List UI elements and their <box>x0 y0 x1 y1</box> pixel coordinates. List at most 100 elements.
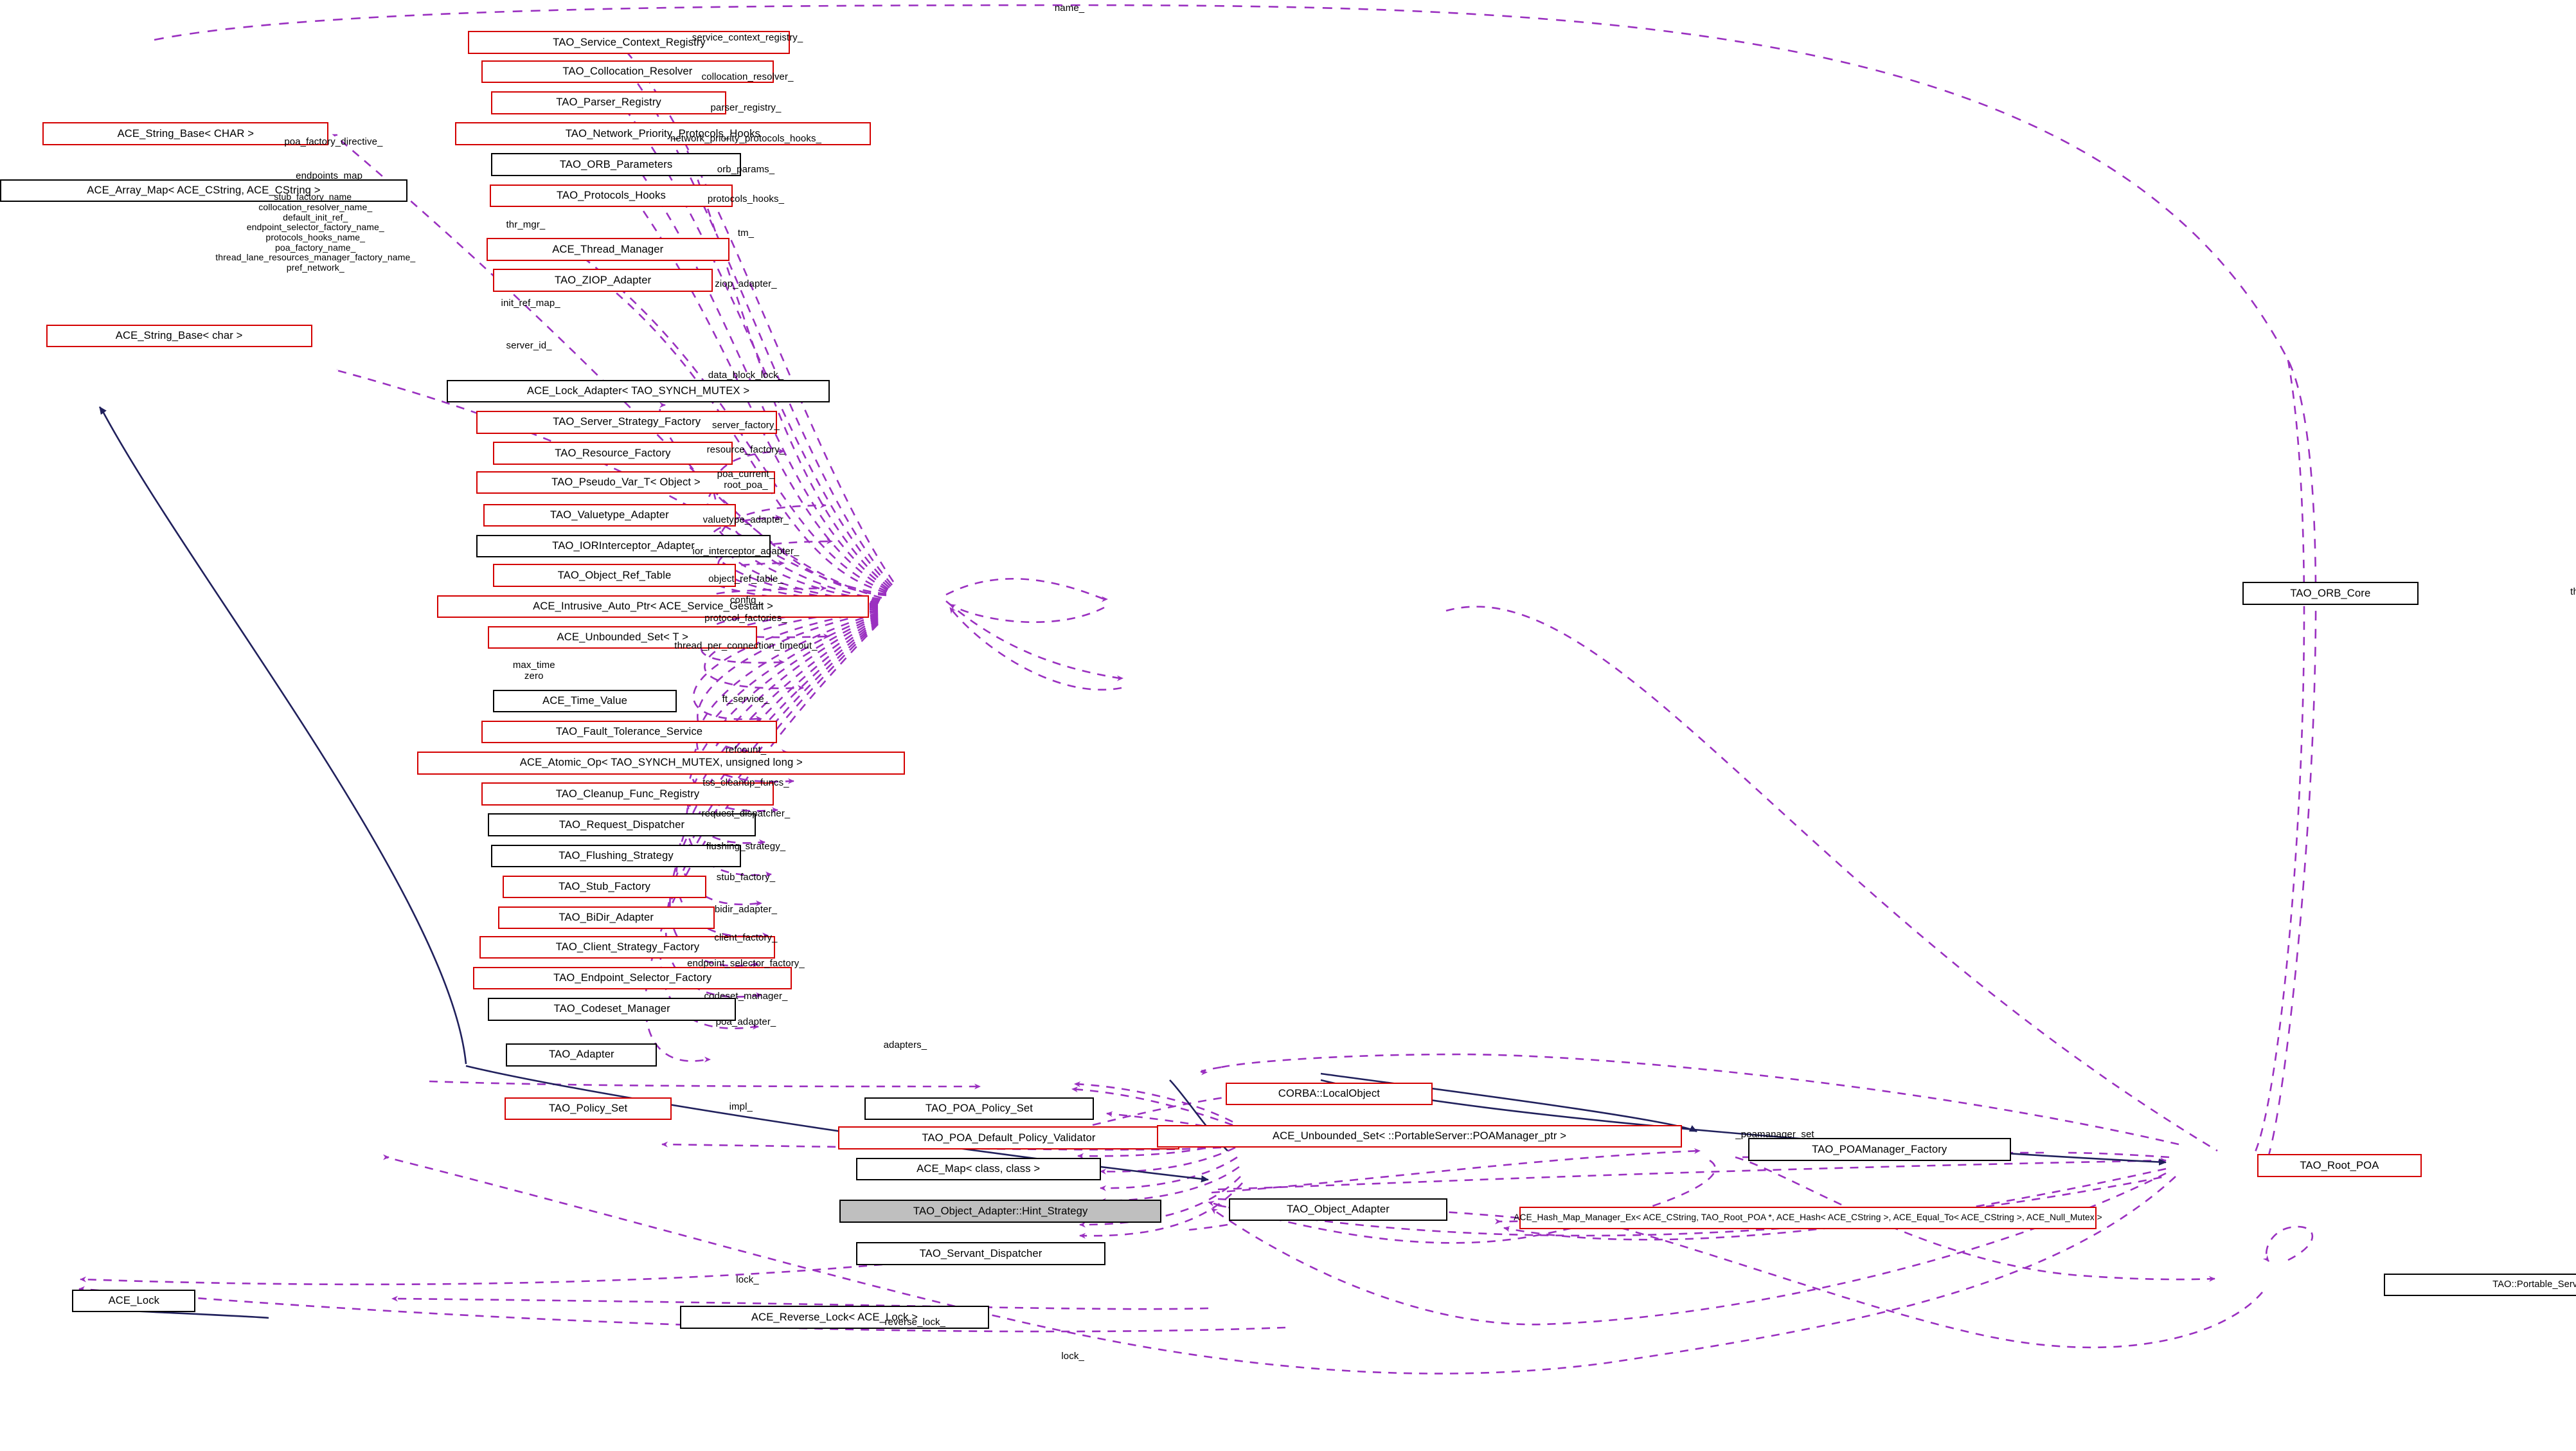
node-label: ACE_Unbounded_Set< T > <box>557 631 688 644</box>
class-node-ace-hash-map-manager-ex[interactable]: ACE_Hash_Map_Manager_Ex< ACE_CString, TA… <box>1514 1206 2102 1230</box>
class-node-ace-unbounded-set-poamanager-ptr[interactable]: ACE_Unbounded_Set< ::PortableServer::POA… <box>1156 1124 1683 1148</box>
edge-label-thread-lane-resources-manager: thread_lane_resources_manager_ <box>2570 586 2576 597</box>
class-node-tao-stub-factory[interactable]: TAO_Stub_Factory <box>503 875 707 899</box>
edge-label-client-factory: client_factory_ <box>714 932 778 943</box>
class-node-tao-endpoint-selector-factory[interactable]: TAO_Endpoint_Selector_Factory <box>473 966 792 990</box>
node-label: TAO_Resource_Factory <box>555 446 671 459</box>
edge-label-ior-interceptor-adapter: ior_interceptor_adapter_ <box>692 545 800 557</box>
edge-label-init-ref-map: init_ref_map_ <box>501 298 560 309</box>
node-label: ACE_Lock_Adapter< TAO_SYNCH_MUTEX > <box>526 384 750 397</box>
edge-label-tm: tm_ <box>737 228 755 239</box>
class-node-tao-adapter[interactable]: TAO_Adapter <box>506 1043 657 1067</box>
edge-label-parser-registry: parser_registry_ <box>710 102 782 113</box>
node-label: TAO_Stub_Factory <box>559 880 651 893</box>
node-label: TAO_ORB_Core <box>2290 586 2371 599</box>
class-node-tao-root-poa[interactable]: TAO_Root_POA <box>2257 1154 2422 1177</box>
class-node-tao-orb-parameters[interactable]: TAO_ORB_Parameters <box>491 153 741 176</box>
edge-label-thr-mgr: thr_mgr_ <box>506 219 546 231</box>
class-node-tao-poa-policy-set[interactable]: TAO_POA_Policy_Set <box>864 1097 1095 1121</box>
class-node-ace-string-base-char-lower[interactable]: ACE_String_Base< char > <box>46 324 312 348</box>
class-node-tao-codeset-manager[interactable]: TAO_Codeset_Manager <box>488 998 737 1021</box>
edge-label-name: name_ <box>1054 3 1085 14</box>
collaboration-diagram-canvas: TAO_Service_Context_Registry TAO_Colloca… <box>0 0 2576 1451</box>
class-node-tao-ziop-adapter[interactable]: TAO_ZIOP_Adapter <box>492 269 713 292</box>
class-node-ace-intrusive-auto-ptr[interactable]: ACE_Intrusive_Auto_Ptr< ACE_Service_Gest… <box>436 595 870 618</box>
node-label: TAO_Server_Strategy_Factory <box>553 415 701 428</box>
class-node-tao-portable-server-non-servant-upcall[interactable]: TAO::Portable_Server::Non_Servant_Upcall <box>2383 1273 2576 1297</box>
node-label: TAO_Service_Context_Registry <box>553 35 706 48</box>
class-node-tao-object-adapter-hint-strategy[interactable]: TAO_Object_Adapter::Hint_Strategy <box>839 1200 1162 1223</box>
edge-label-codeset-manager: codeset_manager_ <box>704 990 788 1002</box>
edge-label-protocols-hooks: protocols_hooks_ <box>707 193 785 204</box>
edge-label-config: config_ <box>729 594 762 606</box>
class-node-ace-lock[interactable]: ACE_Lock <box>72 1289 196 1313</box>
edge-label-request-dispatcher: request_dispatcher_ <box>701 807 791 819</box>
edge-label-lock-1: lock_ <box>736 1274 759 1286</box>
node-label: ACE_String_Base< CHAR > <box>117 127 255 140</box>
class-node-tao-valuetype-adapter[interactable]: TAO_Valuetype_Adapter <box>483 503 737 527</box>
edge-label-orb-params: orb_params_ <box>717 164 775 176</box>
edge-label-endpoint-selector-factory: endpoint_selector_factory_ <box>687 958 805 969</box>
node-label: ACE_String_Base< char > <box>115 329 243 342</box>
edge-label-resource-factory: resource_factory_ <box>706 444 785 456</box>
edge-label-refcount: refcount_ <box>725 744 767 755</box>
node-label: TAO_POAManager_Factory <box>1812 1142 1947 1155</box>
edge-label-protocol-factories: protocol_factories_ <box>704 612 787 624</box>
edge-label-flushing-strategy: flushing_strategy_ <box>706 840 786 852</box>
class-node-tao-bidir-adapter[interactable]: TAO_BiDir_Adapter <box>497 906 715 930</box>
node-label: TAO_Policy_Set <box>548 1102 628 1115</box>
class-node-ace-atomic-op[interactable]: ACE_Atomic_Op< TAO_SYNCH_MUTEX, unsigned… <box>417 752 906 775</box>
node-label: TAO_ORB_Parameters <box>559 158 673 170</box>
node-label: TAO_Endpoint_Selector_Factory <box>553 971 712 984</box>
node-label: ACE_Lock <box>108 1294 160 1307</box>
class-node-tao-poamanager-factory[interactable]: TAO_POAManager_Factory <box>1748 1138 2011 1161</box>
edge-label-stub-factory: stub_factory_ <box>716 871 776 883</box>
node-label: TAO_Collocation_Resolver <box>562 65 693 78</box>
edge-label-poamanager-set: _poamanager_set_ <box>1735 1129 1820 1140</box>
edge-label-service-context-registry: service_context_registry_ <box>692 32 803 43</box>
node-label: TAO_BiDir_Adapter <box>559 911 654 924</box>
edge-label-reverse-lock: reverse_lock_ <box>884 1317 946 1328</box>
node-label: TAO_Pseudo_Var_T< Object > <box>551 476 701 489</box>
edge-label-endpoints-map: endpoints_map_ <box>296 170 368 182</box>
node-label: TAO_IORInterceptor_Adapter <box>552 539 695 552</box>
class-node-tao-servant-dispatcher[interactable]: TAO_Servant_Dispatcher <box>855 1242 1106 1265</box>
edge-label-poa-current-root-poa: poa_current_ root_poa_ <box>717 469 775 491</box>
node-label: TAO::Portable_Server::Non_Servant_Upcall <box>2492 1279 2576 1290</box>
class-node-ace-lock-adapter[interactable]: ACE_Lock_Adapter< TAO_SYNCH_MUTEX > <box>447 379 830 403</box>
class-node-tao-resource-factory[interactable]: TAO_Resource_Factory <box>492 442 733 465</box>
edge-label-orb-name-group: stub_factory_name_ collocation_resolver_… <box>215 192 416 273</box>
node-label: TAO_Servant_Dispatcher <box>919 1247 1042 1259</box>
class-node-tao-orb-core[interactable]: TAO_ORB_Core <box>2242 582 2419 605</box>
class-node-ace-thread-manager[interactable]: ACE_Thread_Manager <box>486 238 729 261</box>
edge-label-ziop-adapter: ziop_adapter_ <box>715 278 777 289</box>
class-node-tao-policy-set[interactable]: TAO_Policy_Set <box>504 1097 672 1121</box>
node-label: TAO_POA_Default_Policy_Validator <box>922 1131 1096 1144</box>
node-label: ACE_Unbounded_Set< ::PortableServer::POA… <box>1272 1130 1567 1142</box>
edge-label-server-factory: server_factory_ <box>712 420 780 431</box>
node-label: TAO_Valuetype_Adapter <box>550 509 669 521</box>
node-label: TAO_Cleanup_Func_Registry <box>555 787 700 800</box>
node-label: ACE_Map< class, class > <box>917 1162 1041 1175</box>
node-label: ACE_Thread_Manager <box>552 242 664 255</box>
class-node-tao-flushing-strategy[interactable]: TAO_Flushing_Strategy <box>491 844 741 868</box>
edge-label-data-block-lock: data_block_lock_ <box>708 369 784 381</box>
class-node-tao-object-ref-table[interactable]: TAO_Object_Ref_Table <box>492 564 737 587</box>
node-label: TAO_Codeset_Manager <box>553 1002 670 1015</box>
class-node-tao-object-adapter[interactable]: TAO_Object_Adapter <box>1228 1198 1447 1221</box>
class-node-tao-parser-registry[interactable]: TAO_Parser_Registry <box>491 91 726 114</box>
edge-label-bidir-adapter: bidir_adapter_ <box>714 904 778 915</box>
class-node-corba-localobject[interactable]: CORBA::LocalObject <box>1225 1082 1433 1106</box>
class-node-tao-protocols-hooks[interactable]: TAO_Protocols_Hooks <box>489 184 733 208</box>
edge-label-thread-per-connection-timeout: thread_per_connection_timeout_ <box>674 640 818 651</box>
node-label: TAO_Parser_Registry <box>556 96 661 109</box>
class-node-ace-time-value[interactable]: ACE_Time_Value <box>492 689 677 713</box>
class-node-tao-fault-tolerance-service[interactable]: TAO_Fault_Tolerance_Service <box>481 720 778 744</box>
class-node-tao-poa-default-policy-validator[interactable]: TAO_POA_Default_Policy_Validator <box>837 1126 1180 1149</box>
node-label: ACE_Hash_Map_Manager_Ex< ACE_CString, TA… <box>1514 1212 2102 1223</box>
edge-label-ft-service: ft_service_ <box>722 694 770 705</box>
node-label: TAO_Object_Adapter::Hint_Strategy <box>913 1204 1088 1217</box>
node-label: TAO_Protocols_Hooks <box>556 188 666 201</box>
node-label: TAO_Client_Strategy_Factory <box>555 941 700 953</box>
class-node-ace-map[interactable]: ACE_Map< class, class > <box>855 1157 1101 1181</box>
